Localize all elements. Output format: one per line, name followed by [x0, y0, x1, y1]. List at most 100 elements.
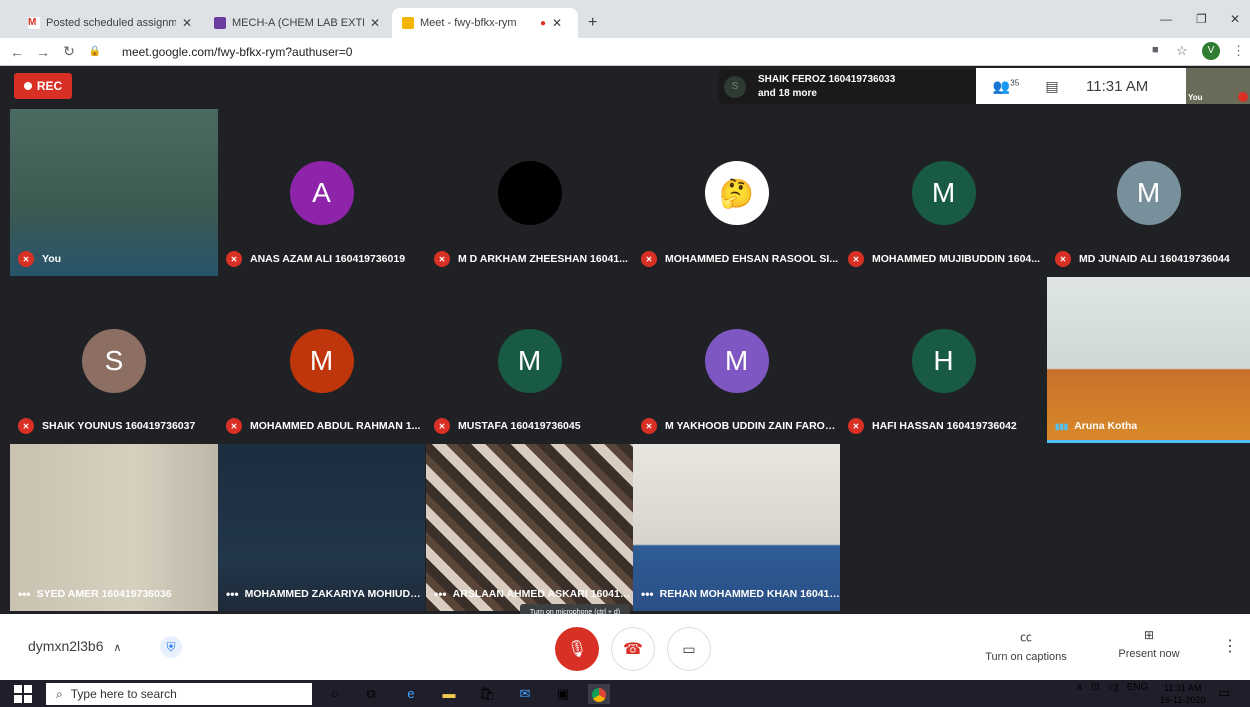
mic-off-icon: ✕ — [434, 418, 450, 434]
presenter-more: and 18 more — [758, 88, 817, 99]
windows-start-icon[interactable] — [14, 685, 32, 703]
tab-classroom[interactable]: MECH-A (CHEM LAB EXTERNAL ✕ — [204, 8, 390, 38]
participant-avatar: M — [497, 329, 562, 393]
participant-avatar: M — [911, 161, 976, 225]
browser-menu-icon[interactable]: ⋮ — [1232, 43, 1245, 59]
forward-icon[interactable]: → — [34, 44, 52, 60]
participant-name: REHAN MOHAMMED KHAN 160419736027 — [659, 588, 840, 600]
mail-icon[interactable]: ✉ — [514, 684, 536, 704]
participant-name-bar: ✕ MUSTAFA 160419736045 — [426, 415, 633, 437]
participant-name: SHAIK YOUNUS 160419736037 — [42, 420, 196, 432]
presenter-bar[interactable]: S SHAIK FEROZ 160419736033 and 18 more — [718, 70, 976, 104]
participant-name: M YAKHOOB UDDIN ZAIN FAROO... — [665, 420, 840, 432]
participant-tile[interactable]: ••• ARSLAAN AHMED ASKARI 160419736026 — [426, 444, 633, 611]
back-icon[interactable]: ← — [8, 44, 26, 60]
language-indicator[interactable]: ENG — [1127, 682, 1149, 693]
restore-button[interactable]: ❐ — [1196, 12, 1207, 26]
close-window-button[interactable]: ✕ — [1230, 12, 1240, 26]
profile-avatar[interactable]: V — [1202, 42, 1220, 60]
mic-off-icon: ✕ — [226, 251, 242, 267]
minimize-button[interactable]: — — [1160, 12, 1172, 26]
meeting-details-button[interactable]: dymxn2l3b6 ∧ — [28, 638, 121, 654]
more-dots-icon: ••• — [641, 587, 654, 601]
cortana-icon[interactable]: ○ — [324, 684, 346, 704]
participant-name: MD JUNAID ALI 160419736044 — [1079, 253, 1230, 265]
tray-chevron-icon[interactable]: ∧ — [1076, 682, 1083, 693]
app-icon[interactable]: ▣ — [552, 684, 574, 704]
participant-name: MOHAMMED ZAKARIYA MOHIUDDIN 160419736028 — [244, 588, 425, 600]
participant-name: MUSTAFA 160419736045 — [458, 420, 581, 432]
camera-toggle-button[interactable]: ▭ — [667, 627, 711, 671]
participant-tile[interactable]: ✕ M D ARKHAM ZHEESHAN 16041... — [426, 109, 633, 276]
microphone-toggle-button[interactable]: 🎙 — [555, 627, 599, 671]
participant-tile[interactable]: H ✕ HAFI HASSAN 160419736042 — [840, 277, 1047, 443]
participant-name-bar: ✕ MOHAMMED ABDUL RAHMAN 1... — [218, 415, 425, 437]
participant-tile[interactable]: ▮▮▮ Aruna Kotha — [1047, 277, 1250, 443]
close-tab-icon[interactable]: ✕ — [182, 16, 192, 30]
meeting-code: dymxn2l3b6 — [28, 638, 104, 654]
more-dots-icon: ••• — [434, 587, 447, 601]
camera-icon: ▭ — [682, 640, 696, 657]
participant-tile[interactable]: ••• MOHAMMED ZAKARIYA MOHIUDDIN 160419736… — [218, 444, 425, 611]
participant-name-bar: ▮▮▮ Aruna Kotha — [1047, 415, 1250, 437]
hang-up-icon: ☎ — [623, 641, 643, 658]
participant-tile[interactable]: ••• SYED AMER 160419736036 — [10, 444, 218, 611]
close-tab-icon[interactable]: ✕ — [370, 16, 380, 30]
taskbar-clock[interactable]: 11:31 AM 16-11-2020 — [1160, 682, 1205, 706]
tab-meet[interactable]: Meet - fwy-bfkx-rym ● ✕ — [392, 8, 578, 38]
participant-name: M D ARKHAM ZHEESHAN 16041... — [458, 253, 628, 265]
participant-name-bar: ✕ MOHAMMED EHSAN RASOOL SI... — [633, 248, 840, 270]
participant-tile[interactable]: M ✕ MOHAMMED MUJIBUDDIN 1604... — [840, 109, 1047, 276]
close-tab-icon[interactable]: ✕ — [552, 16, 562, 30]
bookmark-star-icon[interactable]: ☆ — [1176, 43, 1188, 59]
participant-tile[interactable]: M ✕ MUSTAFA 160419736045 — [426, 277, 633, 443]
network-icon[interactable]: ⊡ — [1091, 682, 1099, 693]
present-now-button[interactable]: ⊞ Present now — [1114, 628, 1184, 660]
rec-dot-icon — [23, 82, 32, 90]
notification-icon[interactable]: ▭ — [1218, 685, 1230, 701]
tab-gmail[interactable]: M Posted scheduled assignment: " ✕ — [18, 8, 202, 38]
captions-button[interactable]: ㏄ Turn on captions — [982, 628, 1070, 663]
participant-tile[interactable]: 🤔 ✕ MOHAMMED EHSAN RASOOL SI... — [633, 109, 840, 276]
participant-avatar: M — [704, 329, 769, 393]
leave-call-button[interactable]: ☎ — [611, 627, 655, 671]
mic-off-icon: ✕ — [1055, 251, 1071, 267]
participant-tile[interactable]: ✕ You — [10, 109, 218, 276]
camera-blocked-icon[interactable]: ■ — [1152, 44, 1159, 56]
participant-tile[interactable]: ••• REHAN MOHAMMED KHAN 160419736027 — [633, 444, 840, 611]
participant-name-bar: ••• SYED AMER 160419736036 — [10, 583, 218, 605]
participant-avatar: H — [911, 329, 976, 393]
participant-tile[interactable]: A ✕ ANAS AZAM ALI 160419736019 — [218, 109, 425, 276]
mic-off-icon — [1238, 92, 1248, 102]
url-field[interactable]: meet.google.com/fwy-bfkx-rym?authuser=0 — [122, 45, 352, 59]
self-view-thumbnail[interactable]: You — [1186, 68, 1250, 104]
new-tab-button[interactable]: + — [588, 14, 597, 32]
reload-icon[interactable]: ↻ — [60, 43, 78, 60]
security-shield-icon[interactable]: ⛨ — [160, 636, 182, 658]
participant-tile[interactable]: M ✕ M YAKHOOB UDDIN ZAIN FAROO... — [633, 277, 840, 443]
more-dots-icon: ••• — [18, 587, 31, 601]
file-explorer-icon[interactable]: ▬ — [438, 684, 460, 704]
recording-icon: ● — [540, 17, 547, 29]
participant-name: ANAS AZAM ALI 160419736019 — [250, 253, 406, 265]
store-icon[interactable]: 🛍 — [476, 684, 498, 704]
participant-name-bar: ✕ ANAS AZAM ALI 160419736019 — [218, 248, 425, 270]
mic-off-icon: ✕ — [641, 251, 657, 267]
mic-off-icon: 🎙 — [566, 641, 588, 658]
participant-tile[interactable]: S ✕ SHAIK YOUNUS 160419736037 — [10, 277, 218, 443]
volume-icon[interactable]: ◁) — [1108, 682, 1119, 693]
participant-name-bar: ✕ M YAKHOOB UDDIN ZAIN FAROO... — [633, 415, 840, 437]
chrome-icon[interactable] — [588, 684, 610, 704]
taskbar-search[interactable]: ⌕ Type here to search — [46, 683, 312, 705]
participant-tile[interactable]: M ✕ MOHAMMED ABDUL RAHMAN 1... — [218, 277, 425, 443]
captions-label: Turn on captions — [985, 651, 1067, 663]
more-options-icon[interactable]: ⋮ — [1222, 636, 1238, 656]
participant-name-bar: ••• MOHAMMED ZAKARIYA MOHIUDDIN 160419736… — [218, 583, 425, 605]
chat-icon[interactable]: ▤ — [1036, 78, 1068, 95]
people-icon[interactable]: 👥35 — [990, 78, 1022, 95]
participant-avatar: M — [289, 329, 354, 393]
self-thumb-label: You — [1188, 93, 1203, 102]
task-view-icon[interactable]: ⧉ — [360, 684, 382, 704]
participant-tile[interactable]: M ✕ MD JUNAID ALI 160419736044 — [1047, 109, 1250, 276]
edge-icon[interactable]: e — [400, 684, 422, 704]
